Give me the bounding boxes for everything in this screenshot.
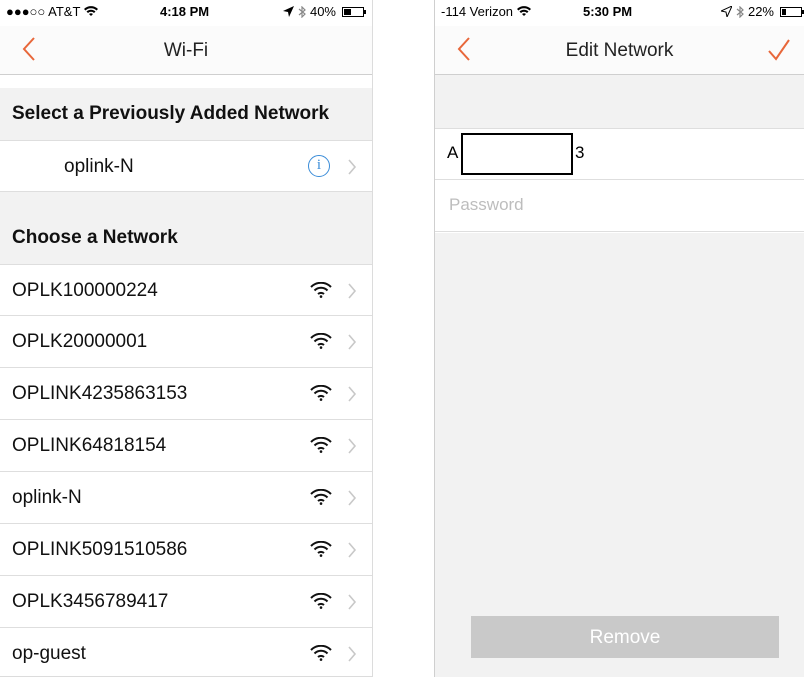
location-icon <box>282 6 294 17</box>
network-row[interactable]: OPLINK5091510586 <box>0 524 372 576</box>
password-field[interactable] <box>435 180 804 232</box>
network-name: oplink-N <box>12 487 82 508</box>
chevron-right-icon <box>348 438 357 454</box>
network-row[interactable]: OPLK100000224 <box>0 264 372 316</box>
network-name: OPLINK5091510586 <box>12 539 188 560</box>
navigation-bar: Edit Network <box>435 26 804 75</box>
chevron-right-icon <box>348 159 357 175</box>
wifi-signal-icon <box>84 6 99 17</box>
previous-network-name: oplink-N <box>64 156 134 177</box>
chevron-right-icon <box>348 334 357 350</box>
wifi-icon <box>310 489 332 505</box>
network-row[interactable]: oplink-N <box>0 472 372 524</box>
password-input[interactable] <box>447 194 751 216</box>
battery-icon <box>342 6 366 17</box>
status-bar: ●●●○○ AT&T 4:18 PM 40% <box>0 0 372 24</box>
status-time: 5:30 PM <box>583 4 633 19</box>
network-name-field[interactable]: A 3 <box>435 128 804 180</box>
wifi-screen: ●●●○○ AT&T 4:18 PM 40% Wi-Fi Select a Pr… <box>0 0 373 677</box>
previous-network-row[interactable]: oplink-N i <box>0 140 372 192</box>
battery-percent: 40% <box>309 4 336 19</box>
section-spacer <box>435 75 804 128</box>
page-title: Edit Network <box>565 40 674 61</box>
chevron-right-icon <box>348 283 357 299</box>
chevron-right-icon <box>348 646 357 662</box>
network-name: OPLK3456789417 <box>12 591 169 612</box>
wifi-icon <box>310 333 332 349</box>
wifi-icon <box>310 645 332 661</box>
status-bar: -114 Verizon 5:30 PM 22% <box>435 0 804 24</box>
wifi-icon <box>310 541 332 557</box>
carrier-text: -114 Verizon <box>441 4 514 19</box>
network-name-prefix: A <box>447 143 459 162</box>
carrier-text: ●●●○○ AT&T <box>6 4 81 19</box>
bluetooth-icon <box>298 5 306 18</box>
remove-button[interactable]: Remove <box>471 616 779 658</box>
wifi-signal-icon <box>517 6 532 17</box>
content-background <box>435 233 804 677</box>
chevron-right-icon <box>348 490 357 506</box>
navigation-bar: Wi-Fi <box>0 26 372 75</box>
network-name: OPLINK64818154 <box>12 435 167 456</box>
network-row[interactable]: OPLINK4235863153 <box>0 368 372 420</box>
battery-icon <box>780 6 804 17</box>
network-name: OPLK20000001 <box>12 331 148 352</box>
bluetooth-icon <box>736 5 744 18</box>
chevron-right-icon <box>348 542 357 558</box>
status-time: 4:18 PM <box>160 4 210 19</box>
wifi-icon <box>310 437 332 453</box>
page-title: Wi-Fi <box>163 40 209 61</box>
wifi-icon <box>310 282 332 298</box>
network-name-suffix: 3 <box>575 143 585 162</box>
choose-network-header: Choose a Network <box>0 192 372 264</box>
network-name: OPLK100000224 <box>12 280 158 301</box>
redaction-box <box>461 133 573 175</box>
network-name: op-guest <box>12 643 86 664</box>
chevron-right-icon <box>348 386 357 402</box>
battery-percent: 22% <box>747 4 774 19</box>
wifi-icon <box>310 385 332 401</box>
network-row[interactable]: op-guest <box>0 628 372 676</box>
previous-networks-header: Select a Previously Added Network <box>0 88 372 140</box>
network-row[interactable]: OPLK20000001 <box>0 316 372 368</box>
chevron-right-icon <box>348 594 357 610</box>
edit-network-screen: -114 Verizon 5:30 PM 22% Edit Network A … <box>434 0 804 677</box>
network-row[interactable]: OPLK3456789417 <box>0 576 372 628</box>
info-icon[interactable]: i <box>308 155 330 177</box>
wifi-icon <box>310 593 332 609</box>
network-name: OPLINK4235863153 <box>12 383 188 404</box>
location-icon <box>720 6 732 17</box>
checkmark-icon[interactable] <box>766 36 792 64</box>
network-row[interactable]: OPLINK64818154 <box>0 420 372 472</box>
